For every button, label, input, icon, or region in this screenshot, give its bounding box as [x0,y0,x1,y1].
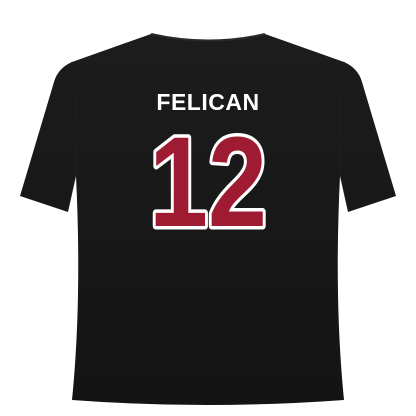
tshirt-illustration: FELICAN 12 12 [20,33,396,405]
jersey-number: 12 [149,111,267,254]
product-image: FELICAN 12 12 [0,0,416,416]
